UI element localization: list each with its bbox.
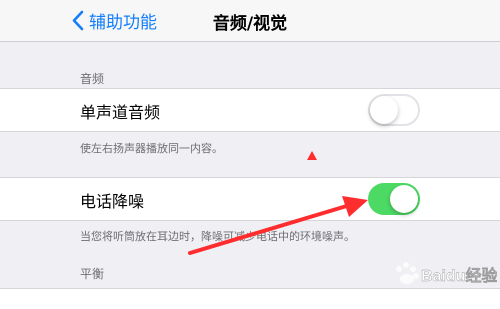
mono-audio-row: 单声道音频 bbox=[0, 88, 500, 132]
navigation-bar: 辅助功能 音频/视觉 bbox=[0, 0, 500, 42]
toggle-knob bbox=[370, 96, 398, 124]
section-header-audio: 音频 bbox=[80, 72, 105, 86]
phone-noise-row: 电话降噪 bbox=[0, 177, 500, 221]
phone-noise-toggle[interactable] bbox=[368, 183, 420, 215]
mono-audio-label: 单声道音频 bbox=[80, 103, 161, 122]
page-title: 音频/视觉 bbox=[212, 14, 288, 34]
baidu-jingyan-watermark: Baidu经验 bbox=[385, 255, 499, 295]
phone-noise-label: 电话降噪 bbox=[80, 192, 145, 211]
annotation-triangle-mark bbox=[307, 151, 317, 160]
phone-noise-footer: 当您将听筒放在耳边时，降噪可减少电话中的环境噪声。 bbox=[80, 230, 355, 243]
toggle-knob bbox=[390, 185, 418, 213]
mono-audio-toggle[interactable] bbox=[368, 94, 420, 126]
watermark-text: Baidu经验 bbox=[421, 266, 497, 285]
mono-audio-footer: 使左右扬声器播放同一内容。 bbox=[80, 142, 223, 155]
baidu-logo-icon: Baidu经验 bbox=[396, 262, 499, 285]
section-header-balance: 平衡 bbox=[80, 267, 105, 281]
